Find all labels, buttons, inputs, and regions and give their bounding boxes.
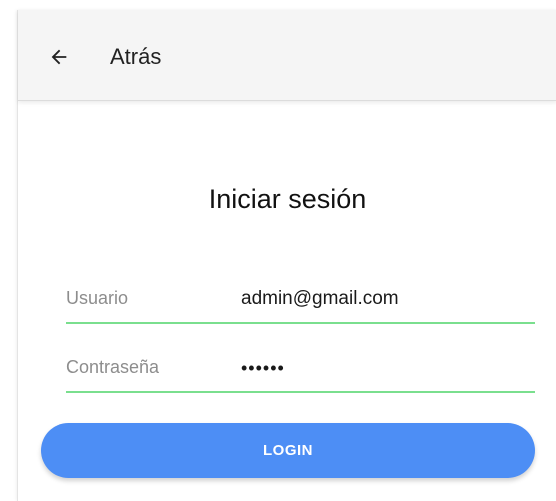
password-field: Contraseña bbox=[66, 351, 535, 393]
back-label: Atrás bbox=[110, 44, 162, 69]
username-input[interactable] bbox=[241, 282, 531, 316]
arrow-left-icon bbox=[51, 49, 67, 65]
top-app-bar: Atrás bbox=[18, 10, 556, 101]
username-field: Usuario bbox=[66, 282, 535, 324]
password-label: Contraseña bbox=[66, 357, 160, 377]
username-label: Usuario bbox=[66, 288, 129, 308]
login-button[interactable]: LOGIN bbox=[41, 423, 535, 478]
login-screen: Atrás Iniciar sesión Usuario Contraseña … bbox=[17, 10, 556, 501]
back-button[interactable]: Atrás bbox=[48, 40, 208, 74]
password-input[interactable] bbox=[241, 351, 531, 385]
page-title: Iniciar sesión bbox=[208, 184, 367, 214]
